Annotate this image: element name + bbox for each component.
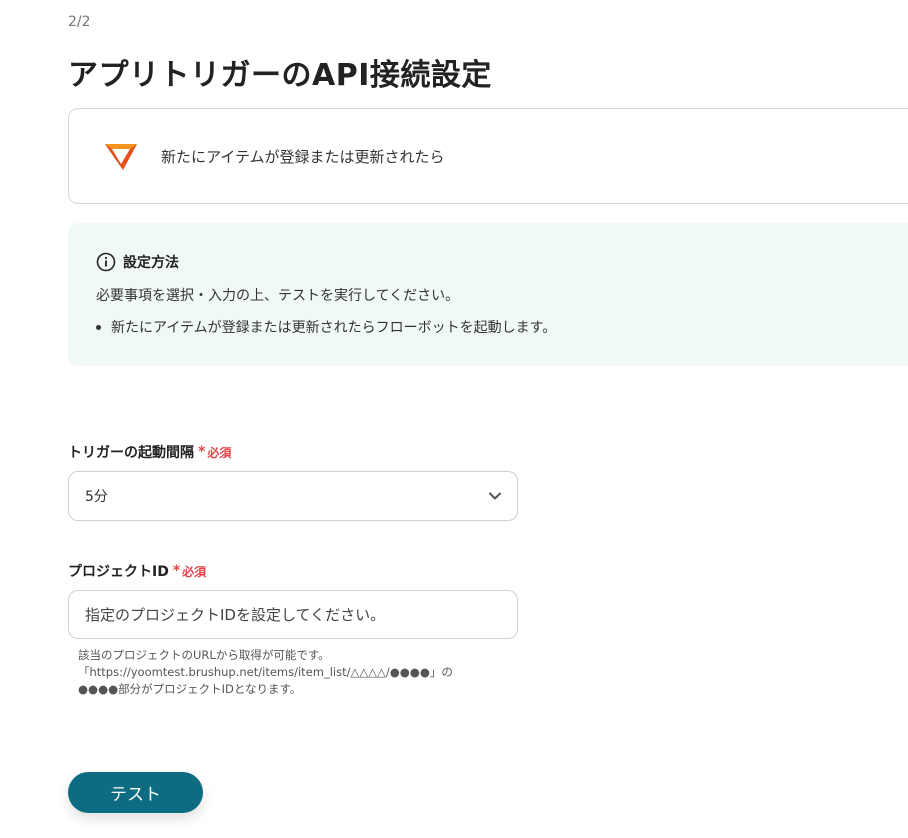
info-heading-label: 設定方法 [123,255,179,271]
brushup-logo-icon [105,144,137,170]
required-badge: 必須 [207,445,232,460]
test-button[interactable]: テスト [68,772,203,813]
info-bullet-item: 新たにアイテムが登録または更新されたらフローボットを起動します。 [96,317,556,337]
step-indicator: 2/2 [68,14,91,30]
help-line: ●●●●部分がプロジェクトIDとなります。 [78,682,302,696]
info-circle-icon [96,252,116,272]
project-id-label: プロジェクトID * 必須 [68,561,206,581]
help-line: 「https://yoomtest.brushup.net/items/item… [78,665,453,679]
project-id-help: 該当のプロジェクトのURLから取得が可能です。 「https://yoomtes… [78,647,453,698]
project-id-label-text: プロジェクトID [68,564,169,580]
trigger-description: 新たにアイテムが登録または更新されたら [161,147,445,166]
info-heading: 設定方法 [96,252,179,272]
interval-label: トリガーの起動間隔 * 必須 [68,442,231,462]
chevron-down-icon [489,492,501,500]
help-line: 該当のプロジェクトのURLから取得が可能です。 [78,648,330,662]
interval-select-value: 5分 [85,489,108,505]
required-badge: 必須 [182,564,207,579]
project-id-input[interactable] [68,590,518,639]
page-title: アプリトリガーのAPI接続設定 [68,58,492,93]
bullet-dot [96,324,101,330]
required-star: * [198,444,206,460]
info-bullet-text: 新たにアイテムが登録または更新されたらフローボットを起動します。 [111,320,557,336]
info-instruction: 必要事項を選択・入力の上、テストを実行してください。 [96,288,460,304]
required-star: * [172,563,181,579]
setup-info-box: 設定方法 必要事項を選択・入力の上、テストを実行してください。 新たにアイテムが… [68,223,908,366]
interval-label-text: トリガーの起動間隔 [68,445,194,461]
interval-select[interactable]: 5分 [68,471,518,521]
trigger-app-card: 新たにアイテムが登録または更新されたら [68,108,908,204]
